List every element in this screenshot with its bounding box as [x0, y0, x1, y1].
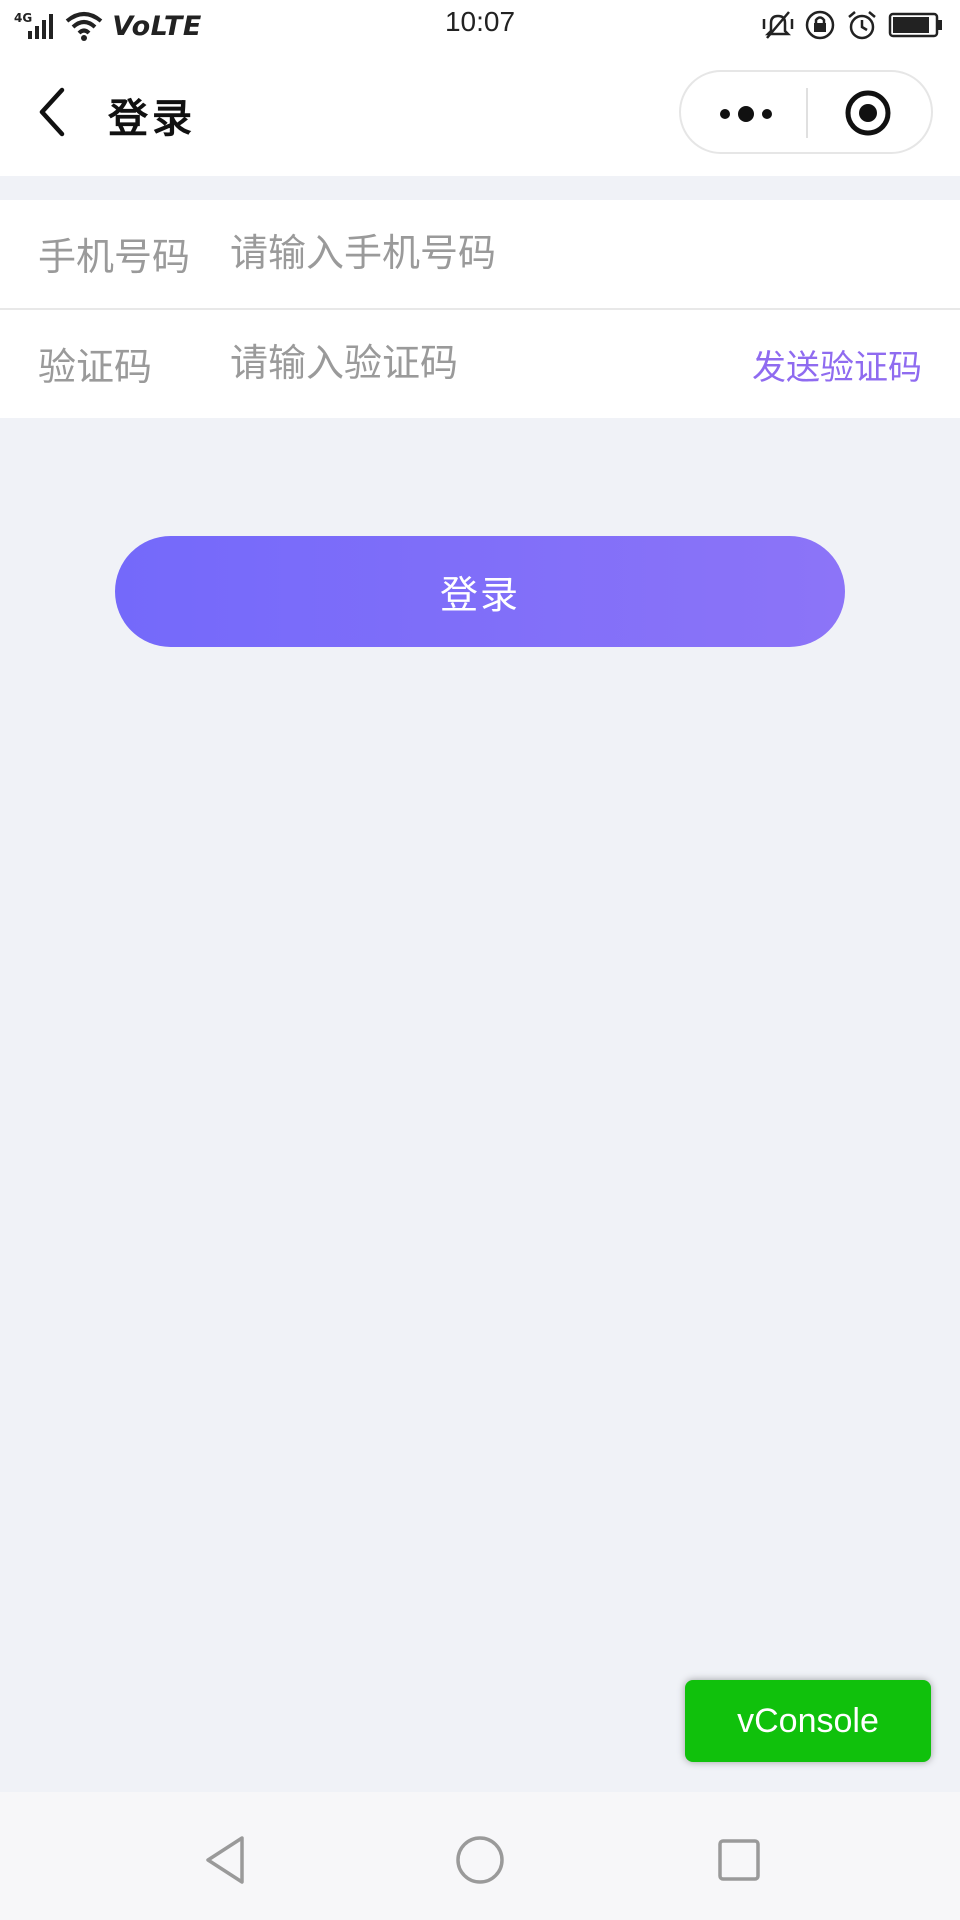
- nav-bar: 登录: [0, 50, 960, 176]
- triangle-back-icon: [206, 1836, 244, 1884]
- send-code-button[interactable]: 发送验证码: [752, 340, 922, 389]
- circle-home-icon: [456, 1836, 504, 1884]
- system-nav-bar: [0, 1792, 960, 1920]
- system-recents-button[interactable]: [708, 1832, 768, 1888]
- mini-program-capsule: [679, 70, 933, 154]
- login-button[interactable]: 登录: [115, 536, 845, 647]
- system-back-button[interactable]: [196, 1832, 256, 1888]
- capsule-divider: [806, 88, 808, 138]
- more-dots-icon: [720, 106, 772, 122]
- page-title: 登录: [108, 95, 196, 142]
- system-home-button[interactable]: [450, 1832, 510, 1888]
- more-button[interactable]: [711, 94, 781, 134]
- back-button[interactable]: [30, 82, 80, 142]
- phone-input[interactable]: [230, 218, 710, 288]
- code-label: 验证码: [38, 345, 153, 389]
- close-mini-program-button[interactable]: [843, 88, 893, 138]
- target-close-icon: [845, 90, 891, 136]
- vconsole-button[interactable]: vConsole: [685, 1680, 931, 1762]
- status-bar: 4G VoLTE 10:07: [0, 0, 960, 50]
- battery-icon: [888, 12, 942, 38]
- code-row: 验证码 发送验证码: [0, 308, 960, 418]
- phone-label: 手机号码: [38, 235, 191, 279]
- code-input[interactable]: [230, 328, 630, 398]
- status-right: [762, 8, 944, 42]
- phone-row: 手机号码: [0, 200, 960, 308]
- mute-icon: [762, 11, 794, 39]
- square-recents-icon: [718, 1839, 760, 1881]
- chevron-left-icon: [39, 87, 65, 137]
- login-form: 手机号码 验证码 发送验证码: [0, 200, 960, 418]
- screen-lock-icon: [805, 10, 835, 40]
- alarm-icon: [848, 11, 876, 40]
